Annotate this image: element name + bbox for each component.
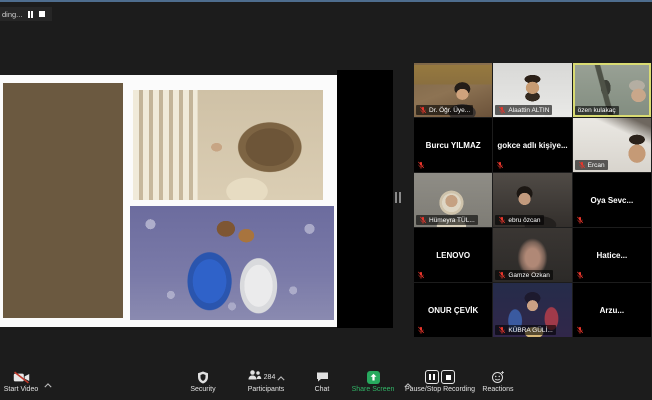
chevron-up-icon[interactable]: [44, 375, 52, 393]
muted-mic-icon: [419, 216, 427, 224]
participant-name: ONUR ÇEVİK: [426, 306, 480, 315]
muted-mic-icon: [417, 271, 425, 279]
muted-mic-icon: [417, 326, 425, 334]
participant-tile[interactable]: Gamze Ozkan: [493, 228, 571, 282]
muted-mic-icon: [576, 271, 584, 279]
participant-name: LENOVO: [434, 251, 472, 260]
muted-mic-icon: [576, 216, 584, 224]
shared-screen-letterbox: [337, 70, 393, 328]
participant-name: Burcu YILMAZ: [424, 141, 483, 150]
muted-mic-icon: [498, 216, 506, 224]
muted-mic-icon: [417, 161, 425, 169]
share-screen-label: Share Screen: [352, 386, 395, 394]
participants-label: Participants: [248, 386, 285, 394]
meeting-toolbar: Start Video Security: [0, 367, 652, 400]
zoom-meeting-window: ding... Dr. Öğr. Üye... Alaattin ALTIN öze…: [0, 0, 652, 400]
participant-name: KÜBRA GÜLİ...: [508, 327, 552, 334]
muted-mic-icon: [498, 106, 506, 114]
share-screen-icon: [367, 370, 380, 384]
participant-name-label: Dr. Öğr. Üye...: [416, 105, 473, 115]
hug-photo: [130, 206, 334, 320]
muted-mic-icon: [419, 106, 427, 114]
participant-name: Gamze Ozkan: [508, 272, 550, 279]
chat-bubble-icon: [316, 370, 329, 384]
muted-mic-icon: [496, 161, 504, 169]
pause-stop-recording-button[interactable]: Pause/Stop Recording: [400, 370, 480, 394]
resize-handle[interactable]: [395, 192, 401, 203]
participant-tile[interactable]: Dr. Öğr. Üye...: [414, 63, 492, 117]
participant-name-label: Ercan: [575, 160, 608, 170]
participant-tile[interactable]: Hatice...: [573, 228, 651, 282]
participant-name-label: ebru özcan: [495, 215, 543, 225]
participant-tile[interactable]: Hümeyra TÜL...: [414, 173, 492, 227]
video-camera-off-icon: [13, 370, 30, 384]
participant-name: Dr. Öğr. Üye...: [429, 107, 470, 114]
participant-tile[interactable]: Burcu YILMAZ: [414, 118, 492, 172]
participant-tile[interactable]: Alaattin ALTIN: [493, 63, 571, 117]
participant-tile[interactable]: ebru özcan: [493, 173, 571, 227]
pause-recording-icon[interactable]: [26, 10, 34, 18]
muted-mic-icon: [498, 326, 506, 334]
participant-name-label: KÜBRA GÜLİ...: [495, 325, 555, 335]
chat-label: Chat: [315, 386, 330, 394]
participant-name-label: Gamze Ozkan: [495, 270, 553, 280]
start-video-label: Start Video: [4, 386, 39, 394]
reactions-button[interactable]: Reactions: [478, 370, 518, 394]
participant-name-label: Alaattin ALTIN: [495, 105, 552, 115]
security-button[interactable]: Security: [181, 370, 225, 394]
stop-recording-icon[interactable]: [38, 10, 46, 18]
participant-name-label: Hümeyra TÜL...: [416, 215, 478, 225]
pause-recording-icon[interactable]: [425, 370, 439, 384]
shield-icon: [197, 370, 209, 384]
participant-tile[interactable]: KÜBRA GÜLİ...: [493, 283, 571, 337]
security-label: Security: [190, 386, 215, 394]
participant-name: Ercan: [588, 162, 605, 169]
participant-tile[interactable]: ONUR ÇEVİK: [414, 283, 492, 337]
reactions-smiley-icon: [491, 370, 505, 384]
crib-photo: [133, 90, 323, 200]
participants-count: 284: [264, 374, 276, 381]
participant-name: özen kulakaç: [578, 107, 616, 114]
recording-indicator: ding...: [0, 7, 52, 21]
stop-recording-icon[interactable]: [441, 370, 455, 384]
participant-tile[interactable]: özen kulakaç: [573, 63, 651, 117]
reactions-label: Reactions: [482, 386, 513, 394]
participant-name: Arzu...: [598, 306, 626, 315]
participants-button[interactable]: 284 Participants: [240, 370, 292, 394]
window-top-accent: [0, 0, 652, 2]
participant-name-label: özen kulakaç: [575, 106, 619, 115]
participant-name: Hümeyra TÜL...: [429, 217, 475, 224]
participant-name: gokce adlı kişiye...: [495, 141, 569, 150]
muted-mic-icon: [576, 326, 584, 334]
start-video-button[interactable]: Start Video: [0, 370, 42, 394]
chat-button[interactable]: Chat: [306, 370, 338, 394]
muted-mic-icon: [498, 271, 506, 279]
hospital-ward-photo: [3, 83, 123, 318]
muted-mic-icon: [578, 161, 586, 169]
participant-tile[interactable]: Oya Sevc...: [573, 173, 651, 227]
share-screen-button[interactable]: Share Screen: [346, 370, 400, 394]
participant-tile[interactable]: gokce adlı kişiye...: [493, 118, 571, 172]
participant-tile[interactable]: Ercan: [573, 118, 651, 172]
participants-grid: Dr. Öğr. Üye... Alaattin ALTIN özen kulaka…: [414, 63, 651, 337]
pause-stop-recording-label: Pause/Stop Recording: [405, 386, 475, 394]
participant-name: ebru özcan: [508, 217, 540, 224]
participant-name: Hatice...: [594, 251, 629, 260]
chevron-up-icon[interactable]: [277, 368, 285, 386]
participant-name: Oya Sevc...: [588, 196, 635, 205]
recording-label: ding...: [2, 10, 22, 19]
shared-screen-slide: [0, 75, 337, 327]
participant-name: Alaattin ALTIN: [508, 107, 549, 114]
participant-tile[interactable]: LENOVO: [414, 228, 492, 282]
participants-people-icon: [247, 368, 262, 386]
participant-tile[interactable]: Arzu...: [573, 283, 651, 337]
